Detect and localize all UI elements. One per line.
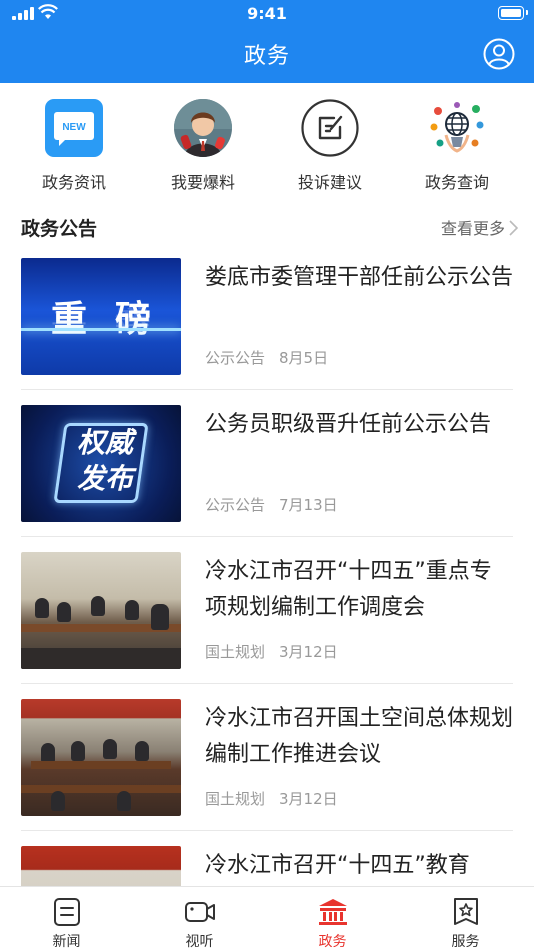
news-date: 7月13日 [279, 496, 338, 514]
thumbnail-text-line1: 权威 [76, 426, 133, 459]
news-title: 娄底市委管理干部任前公示公告 [205, 265, 514, 290]
tab-label: 服务 [451, 934, 480, 950]
top-header: 9:41 政务 [0, 0, 534, 83]
news-thumbnail-photo [21, 699, 181, 816]
news-item[interactable]: 冷水江市召开国土空间总体规划编制工作推进会议 国土规划 3月12日 [21, 684, 513, 831]
quick-entry-grid: NEW 政务资讯 我要爆料 投诉建议 政务查询 [0, 95, 534, 195]
quick-entry-label: 政务资讯 [41, 173, 106, 192]
news-doc-icon [53, 898, 80, 926]
news-meta: 国土规划 3月12日 [205, 788, 338, 809]
news-item[interactable]: 权威 发布 公务员职级晋升任前公示公告 公示公告 7月13日 [21, 390, 513, 537]
tab-label: 政务 [318, 934, 347, 950]
svg-text:NEW: NEW [62, 122, 86, 133]
news-title: 冷水江市召开“十四五”教育 [205, 853, 470, 878]
thumbnail-text-line2: 发布 [76, 462, 133, 495]
tab-label: 新闻 [52, 934, 81, 950]
section-title: 政务公告 [21, 218, 98, 240]
page-title: 政务 [243, 44, 290, 69]
news-date: 3月12日 [279, 790, 338, 808]
government-building-icon [318, 899, 347, 925]
news-meta: 公示公告 8月5日 [205, 347, 328, 368]
news-item[interactable]: 冷水江市召开“十四五”重点专项规划编制工作调度会 国土规划 3月12日 [21, 537, 513, 684]
news-thumbnail: 重磅 重磅 [21, 258, 181, 375]
quick-entry-report[interactable]: 我要爆料 [143, 95, 263, 195]
tab-government[interactable]: 政务 [266, 887, 399, 950]
section-header: 政务公告 查看更多 [0, 210, 534, 242]
tab-news[interactable]: 新闻 [0, 887, 133, 950]
bottom-tab-bar: 新闻 视听 政务 服务 [0, 886, 534, 950]
edit-note-icon [301, 99, 359, 157]
view-more-label: 查看更多 [440, 219, 505, 238]
tab-service[interactable]: 服务 [399, 887, 532, 950]
news-title: 冷水江市召开国土空间总体规划编制工作推进会议 [205, 706, 514, 767]
status-bar: 9:41 [0, 0, 534, 28]
news-date: 8月5日 [279, 349, 329, 367]
news-meta: 公示公告 7月13日 [205, 494, 338, 515]
news-category: 国土规划 [205, 643, 266, 661]
tab-media[interactable]: 视听 [133, 887, 266, 950]
reporter-avatar-icon [174, 99, 232, 157]
view-more-link[interactable]: 查看更多 [440, 215, 519, 239]
news-title: 冷水江市召开“十四五”重点专项规划编制工作调度会 [205, 559, 492, 620]
quick-entry-label: 我要爆料 [170, 173, 235, 192]
video-camera-icon [184, 902, 215, 922]
chevron-right-icon [509, 220, 519, 236]
status-time: 9:41 [247, 4, 287, 23]
thumbnail-text-reflection: 重磅 [50, 304, 179, 329]
news-thumbnail: 权威 发布 [21, 405, 181, 522]
globe-query-icon [430, 102, 484, 153]
tab-label: 视听 [185, 934, 214, 950]
news-meta: 国土规划 3月12日 [205, 641, 338, 662]
service-badge-icon [453, 898, 478, 925]
battery-icon [498, 6, 528, 20]
quick-entry-label: 投诉建议 [297, 173, 362, 192]
quick-entry-news[interactable]: NEW 政务资讯 [14, 95, 134, 195]
profile-icon[interactable] [483, 38, 515, 70]
news-category: 国土规划 [205, 790, 266, 808]
news-category: 公示公告 [205, 496, 266, 514]
news-category: 公示公告 [205, 349, 266, 367]
news-thumbnail-photo [21, 552, 181, 669]
quick-entry-label: 政务查询 [424, 173, 489, 192]
news-icon: NEW [45, 99, 103, 157]
news-title: 公务员职级晋升任前公示公告 [205, 412, 492, 437]
news-item[interactable]: 重磅 重磅 娄底市委管理干部任前公示公告 公示公告 8月5日 [21, 243, 513, 390]
quick-entry-query[interactable]: 政务查询 [397, 95, 517, 195]
quick-entry-complaint[interactable]: 投诉建议 [270, 95, 390, 195]
news-date: 3月12日 [279, 643, 338, 661]
